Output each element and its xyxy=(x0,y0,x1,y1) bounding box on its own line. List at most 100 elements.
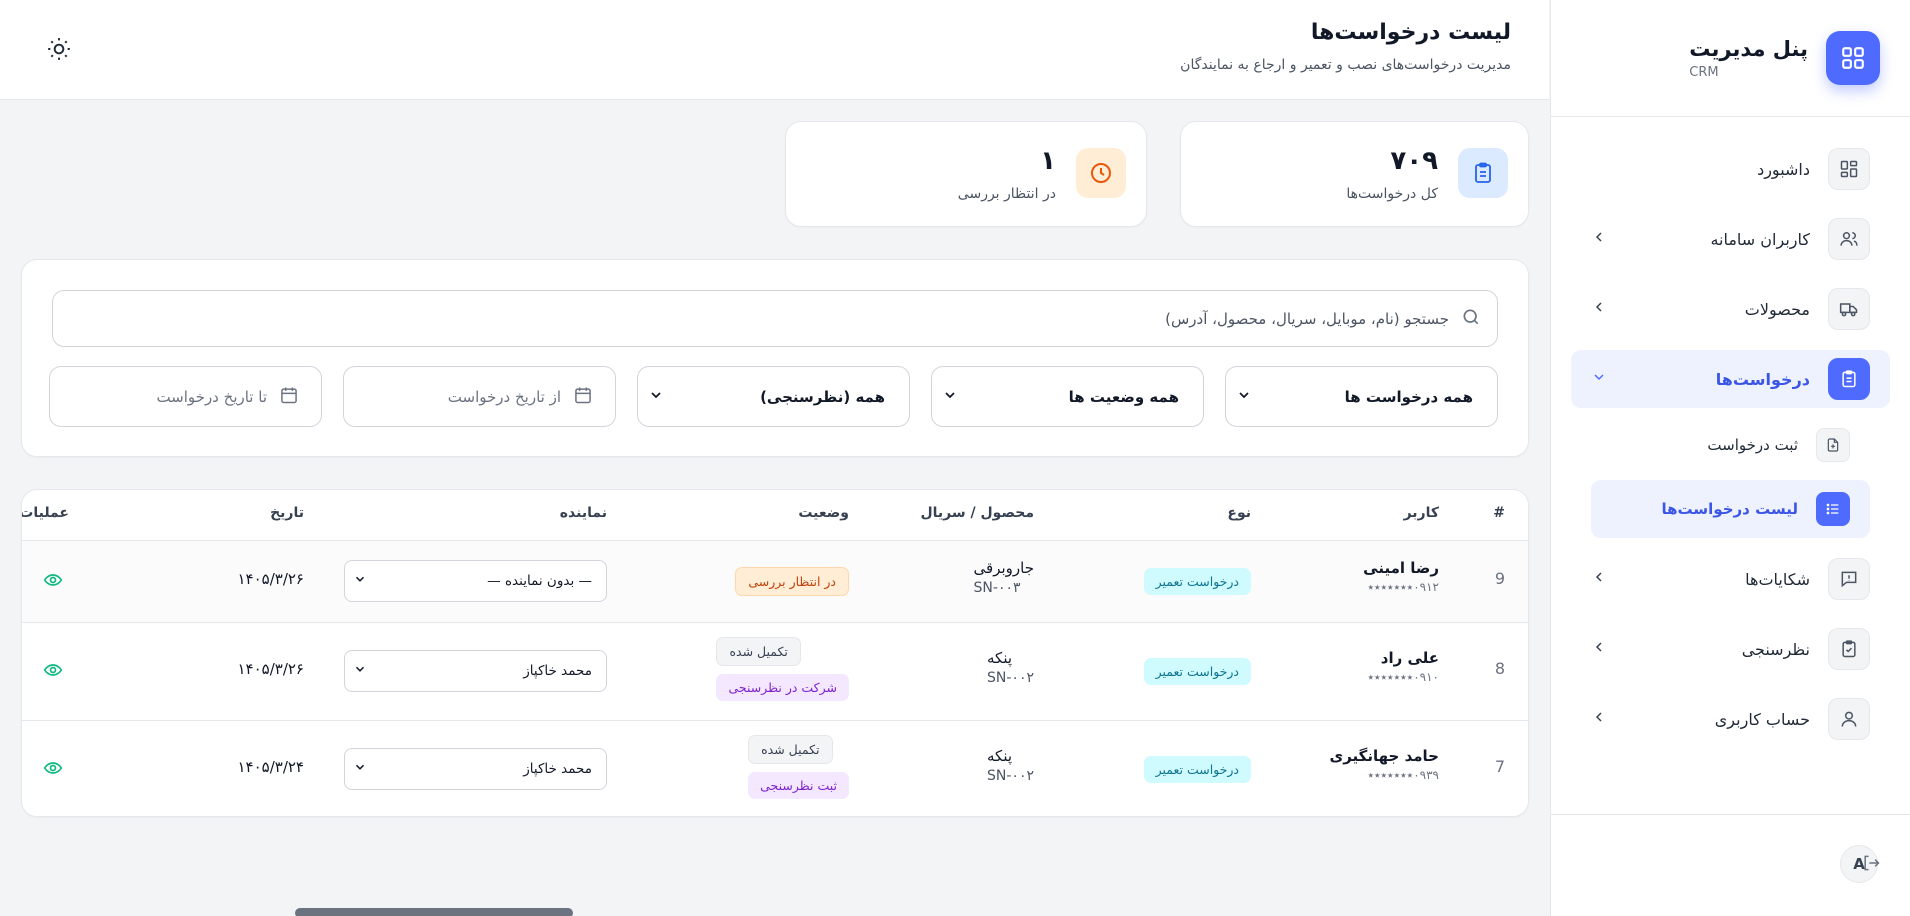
to-date-field[interactable]: تا تاریخ درخواست xyxy=(49,366,322,427)
chevron-left-icon xyxy=(1591,639,1607,659)
sidebar-subitem-label: لیست درخواست‌ها xyxy=(1661,500,1798,518)
sidebar-item-label: محصولات xyxy=(1744,299,1810,319)
sidebar-item-label: داشبورد xyxy=(1757,159,1810,179)
type-cell: درخواست تعمیر xyxy=(1143,658,1251,685)
col-header-user: کاربر xyxy=(1403,505,1439,521)
status-badge: تکمیل شده xyxy=(748,735,833,764)
product-serial: SN-۰۰۲ xyxy=(987,670,1034,686)
clock-icon xyxy=(1076,148,1126,198)
sidebar-item-survey[interactable]: نظرسنجی xyxy=(1571,620,1890,678)
type-badge: درخواست تعمیر xyxy=(1143,568,1251,595)
date-placeholder: از تاریخ درخواست xyxy=(447,387,561,406)
sidebar-item-users[interactable]: کاربران سامانه xyxy=(1571,210,1890,268)
status-select[interactable]: همه وضعیت ها xyxy=(931,366,1204,427)
select-value: همه درخواست ها xyxy=(1344,387,1473,406)
col-header-status: وضعیت xyxy=(798,505,849,521)
representative-select[interactable]: محمد خاکپاز xyxy=(344,748,607,790)
search-placeholder: جستجو (نام، موبایل، سریال، محصول، آدرس) xyxy=(1165,309,1449,328)
chevron-down-icon xyxy=(353,572,367,590)
sidebar-subitem-new-request[interactable]: ثبت درخواست xyxy=(1591,420,1870,470)
chevron-down-icon xyxy=(648,387,664,407)
eye-icon[interactable] xyxy=(43,758,63,782)
chevron-left-icon xyxy=(1591,709,1607,729)
col-header-date: تاریخ xyxy=(270,505,304,521)
type-badge: درخواست تعمیر xyxy=(1143,756,1251,783)
from-date-field[interactable]: از تاریخ درخواست xyxy=(343,366,616,427)
product-name: پنکه xyxy=(987,747,1013,765)
request-date: ۱۴۰۵/۳/۲۶ xyxy=(237,660,304,678)
search-icon xyxy=(1461,307,1481,331)
file-plus-icon xyxy=(1816,428,1850,462)
status-cell: در انتظار بررسی xyxy=(735,567,849,596)
user-name: علی راد xyxy=(1380,649,1439,667)
search-input[interactable]: جستجو (نام، موبایل، سریال، محصول، آدرس) xyxy=(52,290,1498,347)
page-title: لیست درخواست‌ها xyxy=(1310,20,1511,45)
eye-icon[interactable] xyxy=(43,570,63,594)
chevron-down-icon xyxy=(353,760,367,778)
sidebar-item-products[interactable]: محصولات xyxy=(1571,280,1890,338)
user-phone: ۰۹۱۰٭٭٭٭٭٭٭ xyxy=(1367,670,1439,684)
status-badge: در انتظار بررسی xyxy=(735,567,849,596)
chevron-down-icon xyxy=(1236,387,1252,407)
eye-icon[interactable] xyxy=(43,660,63,684)
horizontal-scrollbar[interactable] xyxy=(295,908,573,916)
sidebar-nav: داشبورد کاربران سامانه محصولات درخواست‌ه… xyxy=(1551,117,1910,748)
product-serial: SN-۰۰۳ xyxy=(973,580,1021,596)
status-cell: تکمیل شده شرکت در نظرسنجی xyxy=(716,637,849,701)
user-cell: حامد جهانگیری ۰۹۳۹٭٭٭٭٭٭٭ xyxy=(1329,747,1439,782)
stat-card-total: ۷۰۹ کل درخواست‌ها xyxy=(1180,121,1529,227)
clipboard-icon xyxy=(1458,148,1508,198)
sidebar-item-account[interactable]: حساب کاربری xyxy=(1571,690,1890,748)
survey-select[interactable]: همه (نظرسنجی) xyxy=(637,366,910,427)
user-name: رضا امینی xyxy=(1363,559,1439,577)
row-number: 7 xyxy=(1494,757,1505,776)
chevron-left-icon xyxy=(1591,229,1607,249)
stat-label: کل درخواست‌ها xyxy=(1346,186,1438,202)
truck-icon xyxy=(1828,288,1870,330)
chevron-down-icon xyxy=(942,387,958,407)
sidebar-subitem-request-list[interactable]: لیست درخواست‌ها xyxy=(1591,480,1870,538)
stat-card-pending: ۱ در انتظار بررسی xyxy=(785,121,1147,227)
sidebar-item-label: نظرسنجی xyxy=(1741,639,1810,659)
page-header: لیست درخواست‌ها مدیریت درخواست‌های نصب و… xyxy=(0,0,1549,100)
request-type-select[interactable]: همه درخواست ها xyxy=(1225,366,1498,427)
representative-select[interactable]: — بدون نماینده — xyxy=(344,560,607,602)
sun-icon[interactable] xyxy=(46,36,72,66)
user-icon xyxy=(1828,698,1870,740)
clipboard-check-icon xyxy=(1828,628,1870,670)
sidebar-item-dashboard[interactable]: داشبورد xyxy=(1571,140,1890,198)
logout-icon[interactable] xyxy=(1861,853,1881,877)
survey-badge: شرکت در نظرسنجی xyxy=(716,674,849,701)
calendar-icon xyxy=(279,385,299,409)
stat-value: ۱ xyxy=(1040,146,1056,176)
users-icon xyxy=(1828,218,1870,260)
table-row: 8 علی راد ۰۹۱۰٭٭٭٭٭٭٭ درخواست تعمیر پنکه… xyxy=(22,622,1528,720)
sidebar-item-requests[interactable]: درخواست‌ها xyxy=(1571,350,1890,408)
sidebar-item-complaints[interactable]: شکایات‌ها xyxy=(1571,550,1890,608)
col-header-type: نوع xyxy=(1227,505,1251,521)
product-name: پنکه xyxy=(987,649,1013,667)
request-date: ۱۴۰۵/۳/۲۴ xyxy=(237,758,304,776)
table-row: 7 حامد جهانگیری ۰۹۳۹٭٭٭٭٭٭٭ درخواست تعمی… xyxy=(22,720,1528,816)
chevron-left-icon xyxy=(1591,299,1607,319)
representative-select[interactable]: محمد خاکپاز xyxy=(344,650,607,692)
message-alert-icon xyxy=(1828,558,1870,600)
user-cell: علی راد ۰۹۱۰٭٭٭٭٭٭٭ xyxy=(1367,649,1439,684)
col-header-product: محصول / سریال xyxy=(920,505,1034,521)
requests-table: # کاربر نوع محصول / سریال وضعیت نماینده … xyxy=(21,489,1529,817)
brand-subtitle: CRM xyxy=(1689,64,1719,80)
table-header: # کاربر نوع محصول / سریال وضعیت نماینده … xyxy=(22,490,1528,540)
status-badge: تکمیل شده xyxy=(716,637,801,666)
sidebar-item-label: درخواست‌ها xyxy=(1715,369,1810,389)
table-row: 9 رضا امینی ۰۹۱۲٭٭٭٭٭٭٭ درخواست تعمیر جا… xyxy=(22,540,1528,622)
brand: پنل مدیریت CRM xyxy=(1551,0,1910,117)
dashboard-icon xyxy=(1828,148,1870,190)
sidebar-footer: A xyxy=(1551,814,1910,916)
select-value: محمد خاکپاز xyxy=(523,663,592,679)
user-name: حامد جهانگیری xyxy=(1329,747,1439,765)
date-placeholder: تا تاریخ درخواست xyxy=(156,387,267,406)
col-header-rep: نماینده xyxy=(559,505,607,521)
select-value: همه وضعیت ها xyxy=(1068,387,1179,406)
chevron-left-icon xyxy=(1591,569,1607,589)
grid-icon xyxy=(1826,31,1880,85)
